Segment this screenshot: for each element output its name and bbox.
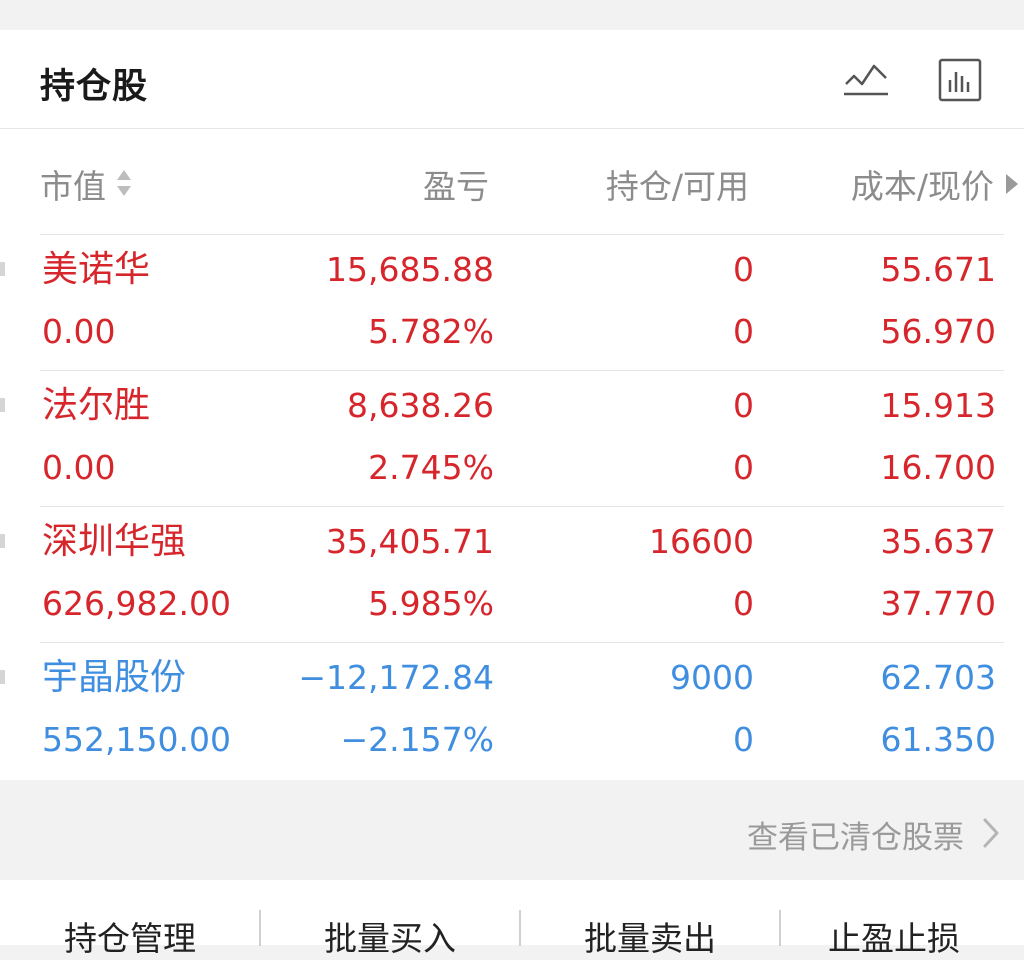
available: 0 [733, 448, 754, 487]
sort-icon[interactable] [114, 166, 134, 202]
price: 37.770 [880, 584, 996, 623]
row-edge-marker [0, 398, 5, 412]
price: 61.350 [880, 720, 996, 759]
table-row[interactable]: 法尔胜 0.00 8,638.26 2.745% 0 0 15.913 16.7… [0, 370, 1024, 506]
position: 0 [733, 386, 754, 425]
position: 0 [733, 250, 754, 289]
cleared-stocks-bar: 查看已清仓股票 [0, 780, 1024, 880]
table-row[interactable]: 宇晶股份 552,150.00 −12,172.84 −2.157% 9000 … [0, 642, 1024, 778]
row-divider [40, 642, 1004, 643]
tab-batch-buy[interactable]: 批量买入 [262, 912, 518, 960]
chevron-right-icon[interactable] [980, 816, 1002, 850]
table-row[interactable]: 深圳华强 626,982.00 35,405.71 5.985% 16600 0… [0, 506, 1024, 642]
market-value: 0.00 [42, 448, 116, 487]
column-cost-price: 成本/现价 [850, 167, 994, 206]
tab-position-management[interactable]: 持仓管理 [2, 912, 258, 960]
column-profit-loss: 盈亏 [423, 167, 489, 206]
row-edge-marker [0, 262, 5, 276]
row-divider [40, 234, 1004, 235]
tab-take-profit-stop-loss[interactable]: 止盈止损 [766, 912, 1022, 960]
column-market-value[interactable]: 市值 [40, 160, 106, 208]
market-value: 0.00 [42, 312, 116, 351]
profit-loss-ratio: 5.985% [368, 584, 494, 623]
page-title: 持仓股 [40, 67, 149, 107]
bar-chart-icon[interactable] [934, 54, 986, 106]
cost: 15.913 [880, 386, 996, 425]
available: 0 [733, 720, 754, 759]
row-edge-marker [0, 534, 5, 548]
card-header: 持仓股 [0, 30, 1024, 129]
profit-loss: 35,405.71 [326, 522, 494, 561]
column-position-available: 持仓/可用 [605, 167, 749, 206]
tab-separator [519, 910, 521, 946]
row-edge-marker [0, 670, 5, 684]
profit-loss-ratio: 2.745% [368, 448, 494, 487]
line-chart-icon[interactable] [840, 54, 892, 106]
tab-separator [259, 910, 261, 946]
tab-batch-sell[interactable]: 批量卖出 [522, 912, 778, 960]
cost: 35.637 [880, 522, 996, 561]
price: 16.700 [880, 448, 996, 487]
stock-name: 宇晶股份 [42, 657, 187, 698]
stock-name: 美诺华 [42, 249, 151, 290]
available: 0 [733, 312, 754, 351]
position: 16600 [649, 522, 754, 561]
table-row[interactable]: 美诺华 0.00 15,685.88 5.782% 0 0 55.671 56.… [0, 234, 1024, 370]
profit-loss: −12,172.84 [298, 658, 494, 697]
cost: 55.671 [880, 250, 996, 289]
bottom-action-bar: 持仓管理 批量买入 批量卖出 止盈止损 [0, 880, 1024, 958]
stock-name: 深圳华强 [42, 521, 187, 562]
view-cleared-stocks-link[interactable]: 查看已清仓股票 [747, 812, 964, 857]
stock-name: 法尔胜 [42, 385, 151, 426]
holdings-card: 持仓股 市值 盈亏 持仓/可用 成本/现价 美诺华 0.00 15,685.88… [0, 30, 1024, 780]
profit-loss: 8,638.26 [347, 386, 494, 425]
scroll-right-arrow-icon[interactable] [1004, 172, 1020, 196]
price: 56.970 [880, 312, 996, 351]
profit-loss-ratio: −2.157% [340, 720, 494, 759]
available: 0 [733, 584, 754, 623]
row-divider [40, 370, 1004, 371]
profit-loss-ratio: 5.782% [368, 312, 494, 351]
cost: 62.703 [880, 658, 996, 697]
profit-loss: 15,685.88 [326, 250, 494, 289]
market-value: 626,982.00 [42, 584, 231, 623]
top-strip [0, 0, 1024, 30]
market-value: 552,150.00 [42, 720, 231, 759]
row-divider [40, 506, 1004, 507]
position: 9000 [670, 658, 754, 697]
